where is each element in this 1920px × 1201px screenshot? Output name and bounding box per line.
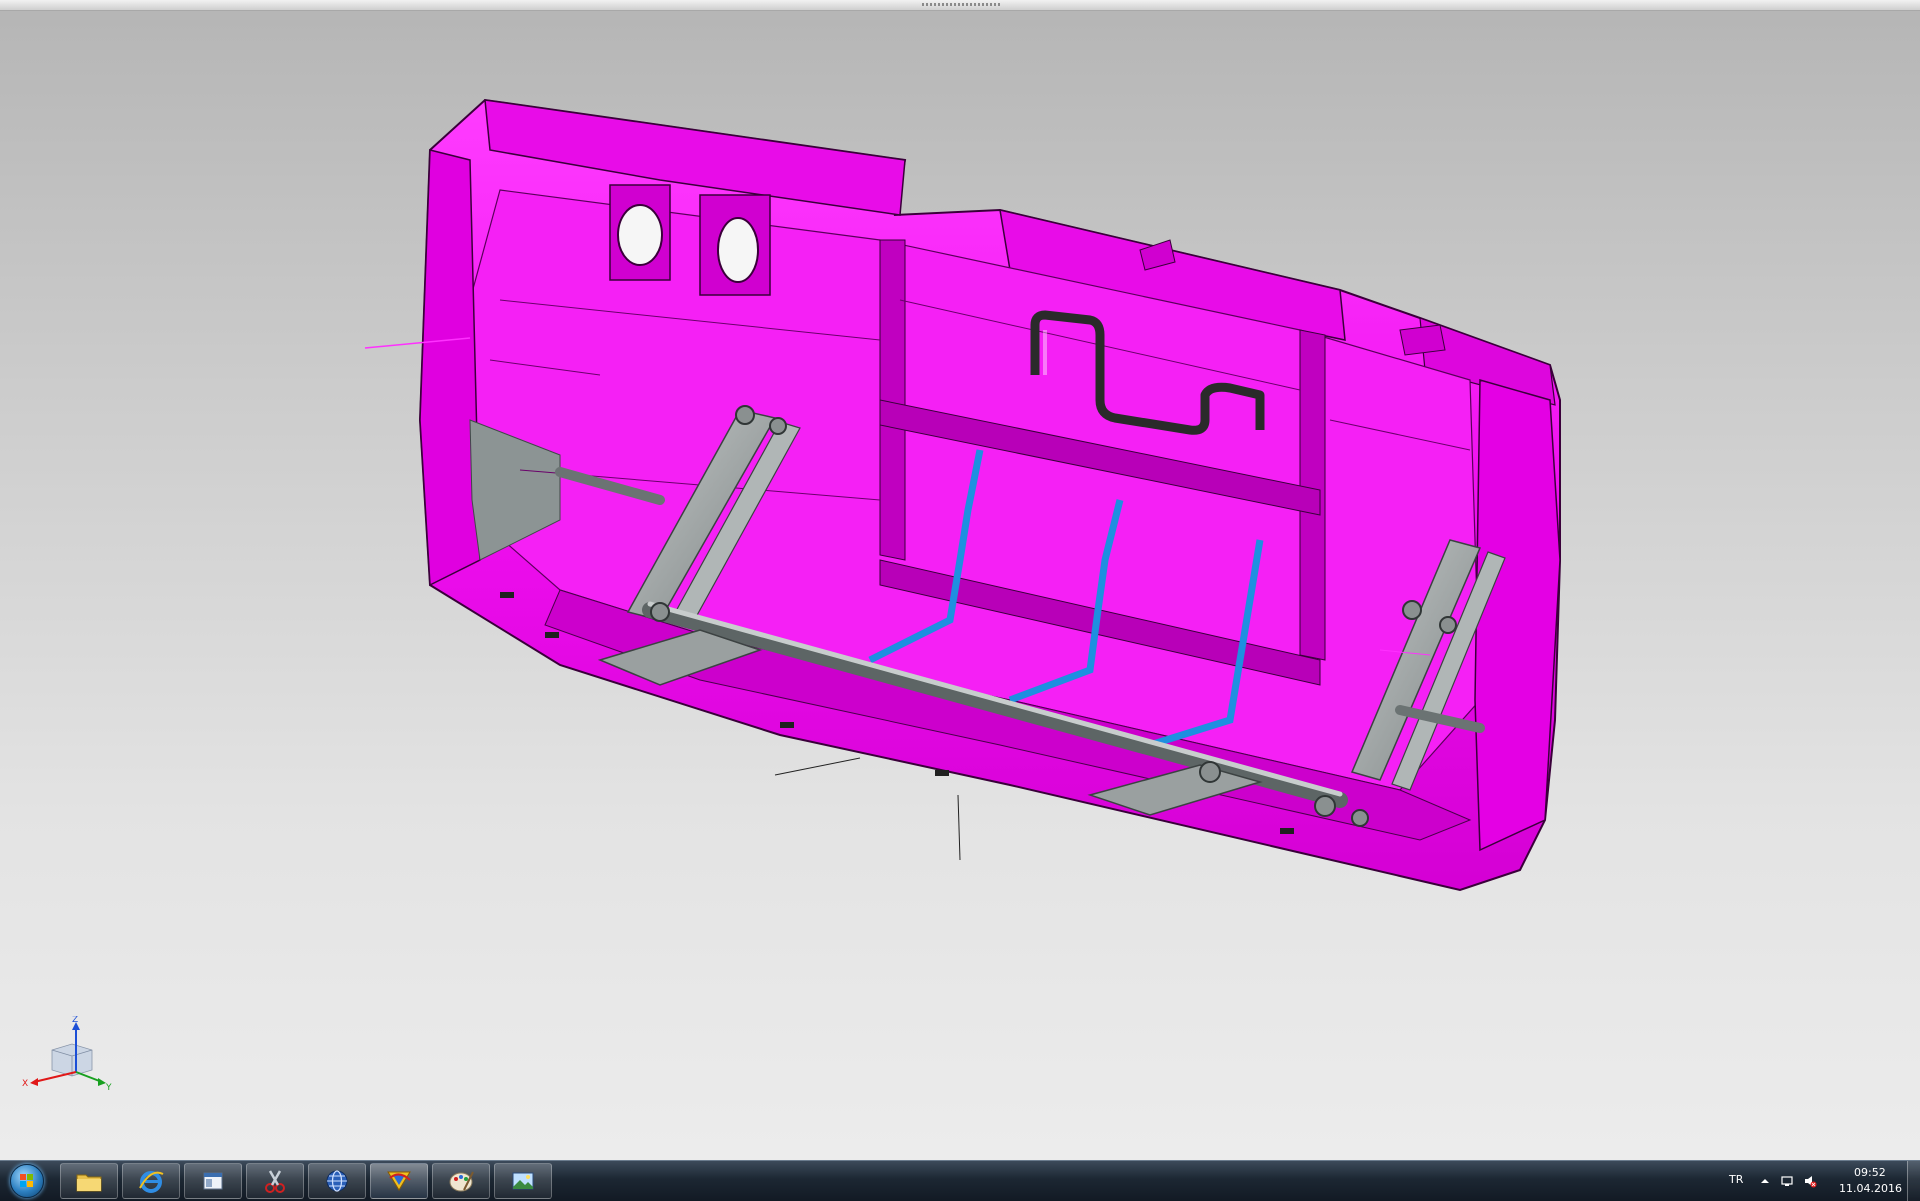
windows-logo-icon [20, 1174, 33, 1187]
axis-triad[interactable]: Z X Y [20, 1016, 120, 1096]
clock-time[interactable]: 09:52 [1854, 1166, 1886, 1179]
bumper-housing[interactable] [418, 98, 1561, 892]
show-hidden-icons-icon[interactable] [1758, 1174, 1772, 1188]
network-icon[interactable] [1780, 1174, 1794, 1188]
3d-model[interactable] [0, 0, 1920, 1160]
picture-icon [512, 1172, 534, 1190]
z-axis-label: Z [72, 1016, 78, 1025]
ie-icon [139, 1171, 164, 1193]
palette-icon [449, 1171, 474, 1192]
taskbar-window-button[interactable] [184, 1163, 242, 1199]
3d-viewport[interactable]: Z X Y [0, 0, 1920, 1160]
language-indicator[interactable]: TR [1729, 1173, 1743, 1186]
start-button[interactable] [4, 1163, 50, 1199]
taskbar-catia-button[interactable] [370, 1163, 428, 1199]
volume-muted-icon[interactable] [1803, 1174, 1817, 1188]
taskbar: TR 09:52 11.04.2016 [0, 1160, 1920, 1201]
catia-icon [387, 1171, 411, 1191]
taskbar-picture-button[interactable] [494, 1163, 552, 1199]
clock-date[interactable]: 11.04.2016 [1839, 1182, 1902, 1195]
x-axis-icon [33, 1071, 77, 1083]
taskbar-snipping-button[interactable] [246, 1163, 304, 1199]
globe-icon [326, 1170, 348, 1192]
taskbar-browser-button[interactable] [308, 1163, 366, 1199]
y-axis-label: Y [105, 1083, 112, 1093]
x-axis-label: X [22, 1079, 28, 1089]
taskbar-ie-button[interactable] [122, 1163, 180, 1199]
window-icon [203, 1172, 223, 1190]
scissors-icon [265, 1170, 285, 1193]
taskbar-paint-button[interactable] [432, 1163, 490, 1199]
folder-icon [76, 1174, 102, 1192]
taskbar-explorer-button[interactable] [60, 1163, 118, 1199]
show-desktop-button[interactable] [1907, 1161, 1920, 1201]
